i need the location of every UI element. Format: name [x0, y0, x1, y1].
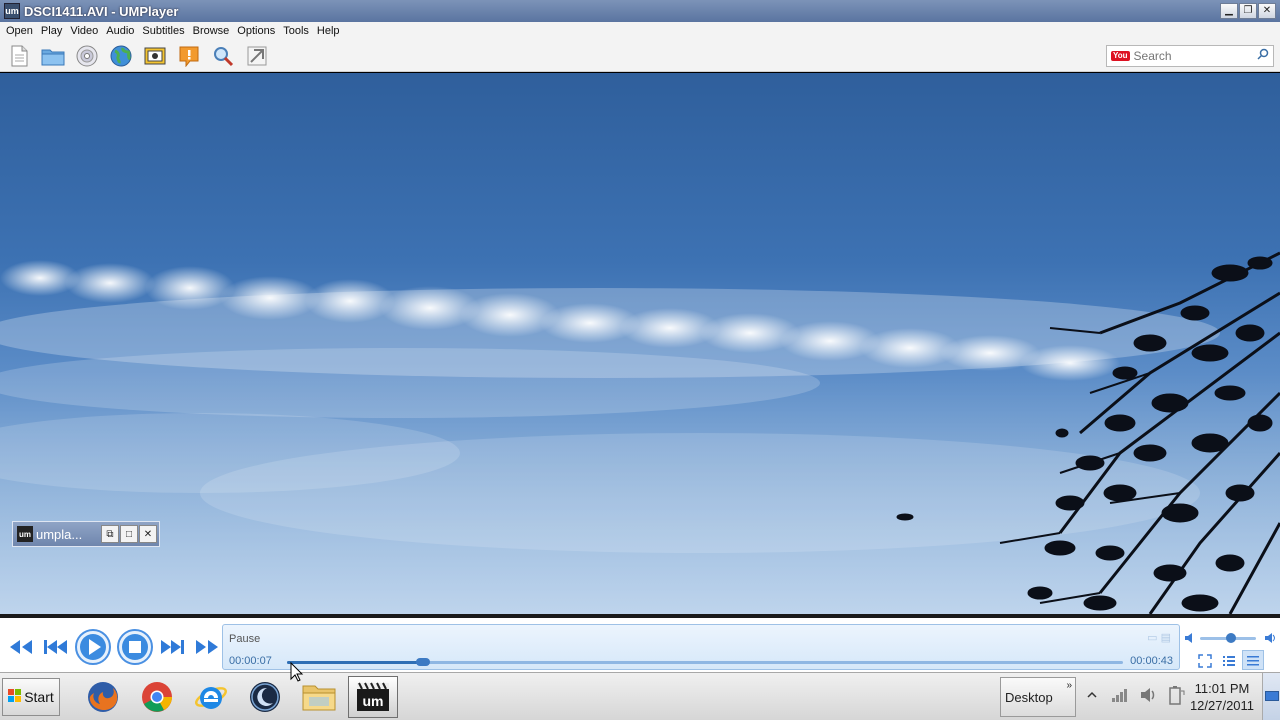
globe-icon[interactable] — [108, 43, 134, 69]
fast-forward-icon[interactable] — [192, 632, 222, 662]
menu-subtitles[interactable]: Subtitles — [140, 25, 190, 37]
power-icon[interactable] — [1166, 683, 1186, 707]
menu-help[interactable]: Help — [315, 25, 346, 37]
minimized-window-label: umpla... — [36, 526, 83, 542]
menu-tools[interactable]: Tools — [281, 25, 315, 37]
mouse-cursor-icon — [290, 661, 304, 687]
umplayer-mini-icon: um — [17, 526, 33, 542]
play-button[interactable] — [74, 628, 112, 666]
volume-and-view-controls — [1184, 626, 1278, 672]
menu-play[interactable]: Play — [39, 25, 68, 37]
open-folder-icon[interactable] — [40, 43, 66, 69]
disc-icon[interactable] — [74, 43, 100, 69]
start-label: Start — [24, 689, 54, 705]
fullscreen-icon[interactable] — [1198, 654, 1212, 673]
maximize-button[interactable]: ❐ — [1239, 3, 1257, 19]
toolbar: You — [0, 40, 1280, 72]
seek-handle[interactable] — [416, 658, 431, 666]
menu-open[interactable]: Open — [4, 25, 39, 37]
menu-browse[interactable]: Browse — [191, 25, 236, 37]
clock-date: 12/27/2011 — [1189, 698, 1255, 713]
network-icon[interactable] — [1110, 683, 1130, 707]
seek-progress — [287, 661, 424, 664]
umplayer-screen: um DSCI1411.AVI - UMPlayer ▁ ❐ ✕ Open Pl… — [0, 0, 1280, 720]
system-clock[interactable]: 11:01 PM 12/27/2011 — [1186, 680, 1258, 714]
system-tray — [1082, 683, 1186, 707]
open-file-icon[interactable] — [6, 43, 32, 69]
umplayer-app-icon: um — [4, 3, 20, 19]
firefox-icon[interactable] — [78, 676, 128, 718]
umplayer-icon[interactable]: um — [348, 676, 398, 718]
equalizer-icon[interactable] — [1242, 650, 1264, 670]
youtube-search-box[interactable]: You — [1106, 45, 1274, 67]
window-controls: ▁ ❐ ✕ — [1220, 3, 1276, 19]
moon-app-icon[interactable] — [240, 676, 290, 718]
minimized-umplayer-window[interactable]: um umpla... ⧉ □ ✕ — [12, 521, 160, 547]
desktop-chevron-icon: » — [1066, 680, 1072, 691]
volume-slider[interactable] — [1200, 633, 1256, 643]
volume-down-icon[interactable] — [1184, 631, 1194, 649]
maximize-mini-button[interactable]: □ — [120, 525, 138, 543]
volume-handle[interactable] — [1225, 633, 1236, 643]
taskbar: Start um Desktop » 11:01 PM 12/27/2011 — [0, 672, 1280, 720]
cloud-band — [0, 260, 1280, 614]
desktop-toolbar-button[interactable]: Desktop » — [1000, 677, 1076, 717]
show-hidden-icons-icon[interactable] — [1082, 683, 1102, 707]
search-icon[interactable] — [210, 43, 236, 69]
title-bar[interactable]: um DSCI1411.AVI - UMPlayer ▁ ❐ ✕ — [0, 0, 1280, 22]
chrome-icon[interactable] — [132, 676, 182, 718]
playback-status: Pause — [229, 633, 261, 645]
internet-explorer-icon[interactable] — [186, 676, 236, 718]
search-input[interactable] — [1133, 49, 1254, 63]
info-icon[interactable] — [176, 43, 202, 69]
settings-icon[interactable] — [244, 43, 270, 69]
close-button[interactable]: ✕ — [1258, 3, 1276, 19]
svg-text:um: um — [363, 693, 384, 709]
close-mini-button[interactable]: ✕ — [139, 525, 157, 543]
menu-options[interactable]: Options — [235, 25, 281, 37]
playback-controls: Pause ▭ ▤ 00:00:07 00:00:43 — [0, 614, 1280, 672]
start-button[interactable]: Start — [2, 678, 60, 716]
video-display[interactable]: um umpla... ⧉ □ ✕ — [0, 73, 1280, 614]
youtube-logo: You — [1111, 51, 1130, 61]
clock-time: 11:01 PM — [1194, 681, 1250, 696]
screenshot-icon[interactable] — [142, 43, 168, 69]
transport-buttons — [6, 628, 222, 666]
volume-tray-icon[interactable] — [1138, 683, 1158, 707]
restore-button[interactable]: ⧉ — [101, 525, 119, 543]
volume-up-icon[interactable] — [1264, 631, 1276, 649]
playlist-icon[interactable] — [1222, 654, 1236, 673]
menu-video[interactable]: Video — [68, 25, 104, 37]
minimize-button[interactable]: ▁ — [1220, 3, 1238, 19]
show-desktop-button[interactable] — [1262, 673, 1280, 720]
total-time: 00:00:43 — [1130, 655, 1173, 667]
minimized-window-controls: ⧉ □ ✕ — [101, 525, 157, 543]
current-time: 00:00:07 — [229, 655, 272, 667]
desktop-label: Desktop — [1005, 689, 1053, 705]
video-frame-sky — [0, 251, 1280, 614]
notification-flag-icon — [1264, 691, 1279, 701]
menu-audio[interactable]: Audio — [104, 25, 140, 37]
stop-button[interactable] — [116, 628, 154, 666]
previous-icon[interactable] — [40, 632, 70, 662]
window-title: DSCI1411.AVI - UMPlayer — [24, 3, 179, 19]
status-panel: Pause ▭ ▤ 00:00:07 00:00:43 — [222, 624, 1180, 670]
rewind-icon[interactable] — [6, 632, 36, 662]
search-submit-icon[interactable] — [1257, 47, 1269, 65]
windows-logo-icon — [8, 688, 22, 706]
panel-window-icons: ▭ ▤ — [1147, 632, 1171, 644]
seek-bar[interactable] — [287, 658, 1123, 666]
next-icon[interactable] — [158, 632, 188, 662]
menu-bar: Open Play Video Audio Subtitles Browse O… — [0, 22, 1280, 40]
taskbar-apps: um — [78, 676, 398, 718]
